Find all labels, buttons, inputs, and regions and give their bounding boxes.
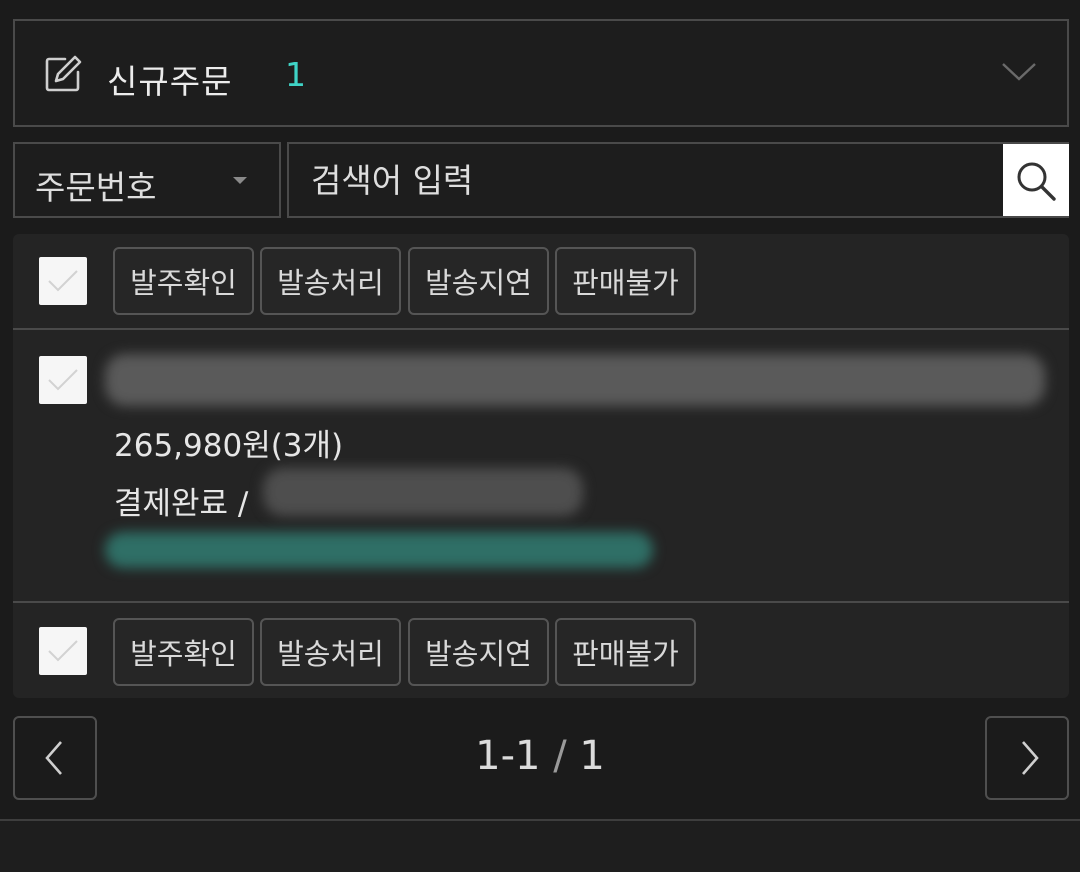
search-button[interactable] bbox=[1003, 144, 1069, 216]
page-separator: / bbox=[553, 733, 567, 779]
search-field-label: 주문번호 bbox=[35, 168, 157, 207]
ship-button-bottom[interactable]: 발송처리 bbox=[260, 618, 401, 686]
redacted-product-name bbox=[105, 354, 1045, 406]
footer bbox=[0, 821, 1080, 872]
chevron-left-icon bbox=[15, 741, 95, 802]
next-page-button[interactable] bbox=[985, 716, 1069, 800]
order-count-badge: 1 bbox=[285, 55, 306, 94]
search-input[interactable] bbox=[309, 158, 989, 202]
order-item-checkbox[interactable] bbox=[39, 356, 87, 404]
order-price: 265,980원(3개) bbox=[114, 428, 344, 464]
order-status-title: 신규주문 bbox=[107, 62, 233, 101]
unavailable-button-top[interactable]: 판매불가 bbox=[555, 247, 696, 315]
caret-down-icon bbox=[233, 177, 247, 184]
redacted-buyer-info bbox=[263, 468, 583, 516]
confirm-order-button-bottom[interactable]: 발주확인 bbox=[113, 618, 254, 686]
page-total: 1 bbox=[579, 733, 605, 779]
chevron-down-icon bbox=[1001, 59, 1037, 83]
select-all-checkbox-bottom[interactable] bbox=[39, 627, 87, 675]
chevron-right-icon bbox=[987, 741, 1067, 802]
search-field-select[interactable]: 주문번호 bbox=[13, 142, 281, 218]
page-range: 1-1 bbox=[475, 733, 541, 779]
order-item[interactable]: 265,980원(3개) 결제완료 / bbox=[13, 330, 1069, 600]
divider bbox=[13, 601, 1069, 603]
ship-button-top[interactable]: 발송처리 bbox=[260, 247, 401, 315]
unavailable-button-bottom[interactable]: 판매불가 bbox=[555, 618, 696, 686]
delay-shipping-button-bottom[interactable]: 발송지연 bbox=[408, 618, 549, 686]
redacted-order-link bbox=[105, 532, 653, 568]
search-bar bbox=[287, 142, 1069, 218]
search-icon bbox=[1003, 162, 1069, 220]
edit-icon bbox=[43, 54, 83, 94]
delay-shipping-button-top[interactable]: 발송지연 bbox=[408, 247, 549, 315]
order-status-dropdown[interactable]: 신규주문 1 bbox=[13, 19, 1069, 127]
select-all-checkbox-top[interactable] bbox=[39, 257, 87, 305]
confirm-order-button-top[interactable]: 발주확인 bbox=[113, 247, 254, 315]
pagination-indicator: 1-1 / 1 bbox=[0, 733, 1080, 779]
order-status-text: 결제완료 / bbox=[114, 486, 249, 522]
order-list: 발주확인 발송처리 발송지연 판매불가 265,980원(3개) 결제완료 / … bbox=[13, 234, 1069, 698]
